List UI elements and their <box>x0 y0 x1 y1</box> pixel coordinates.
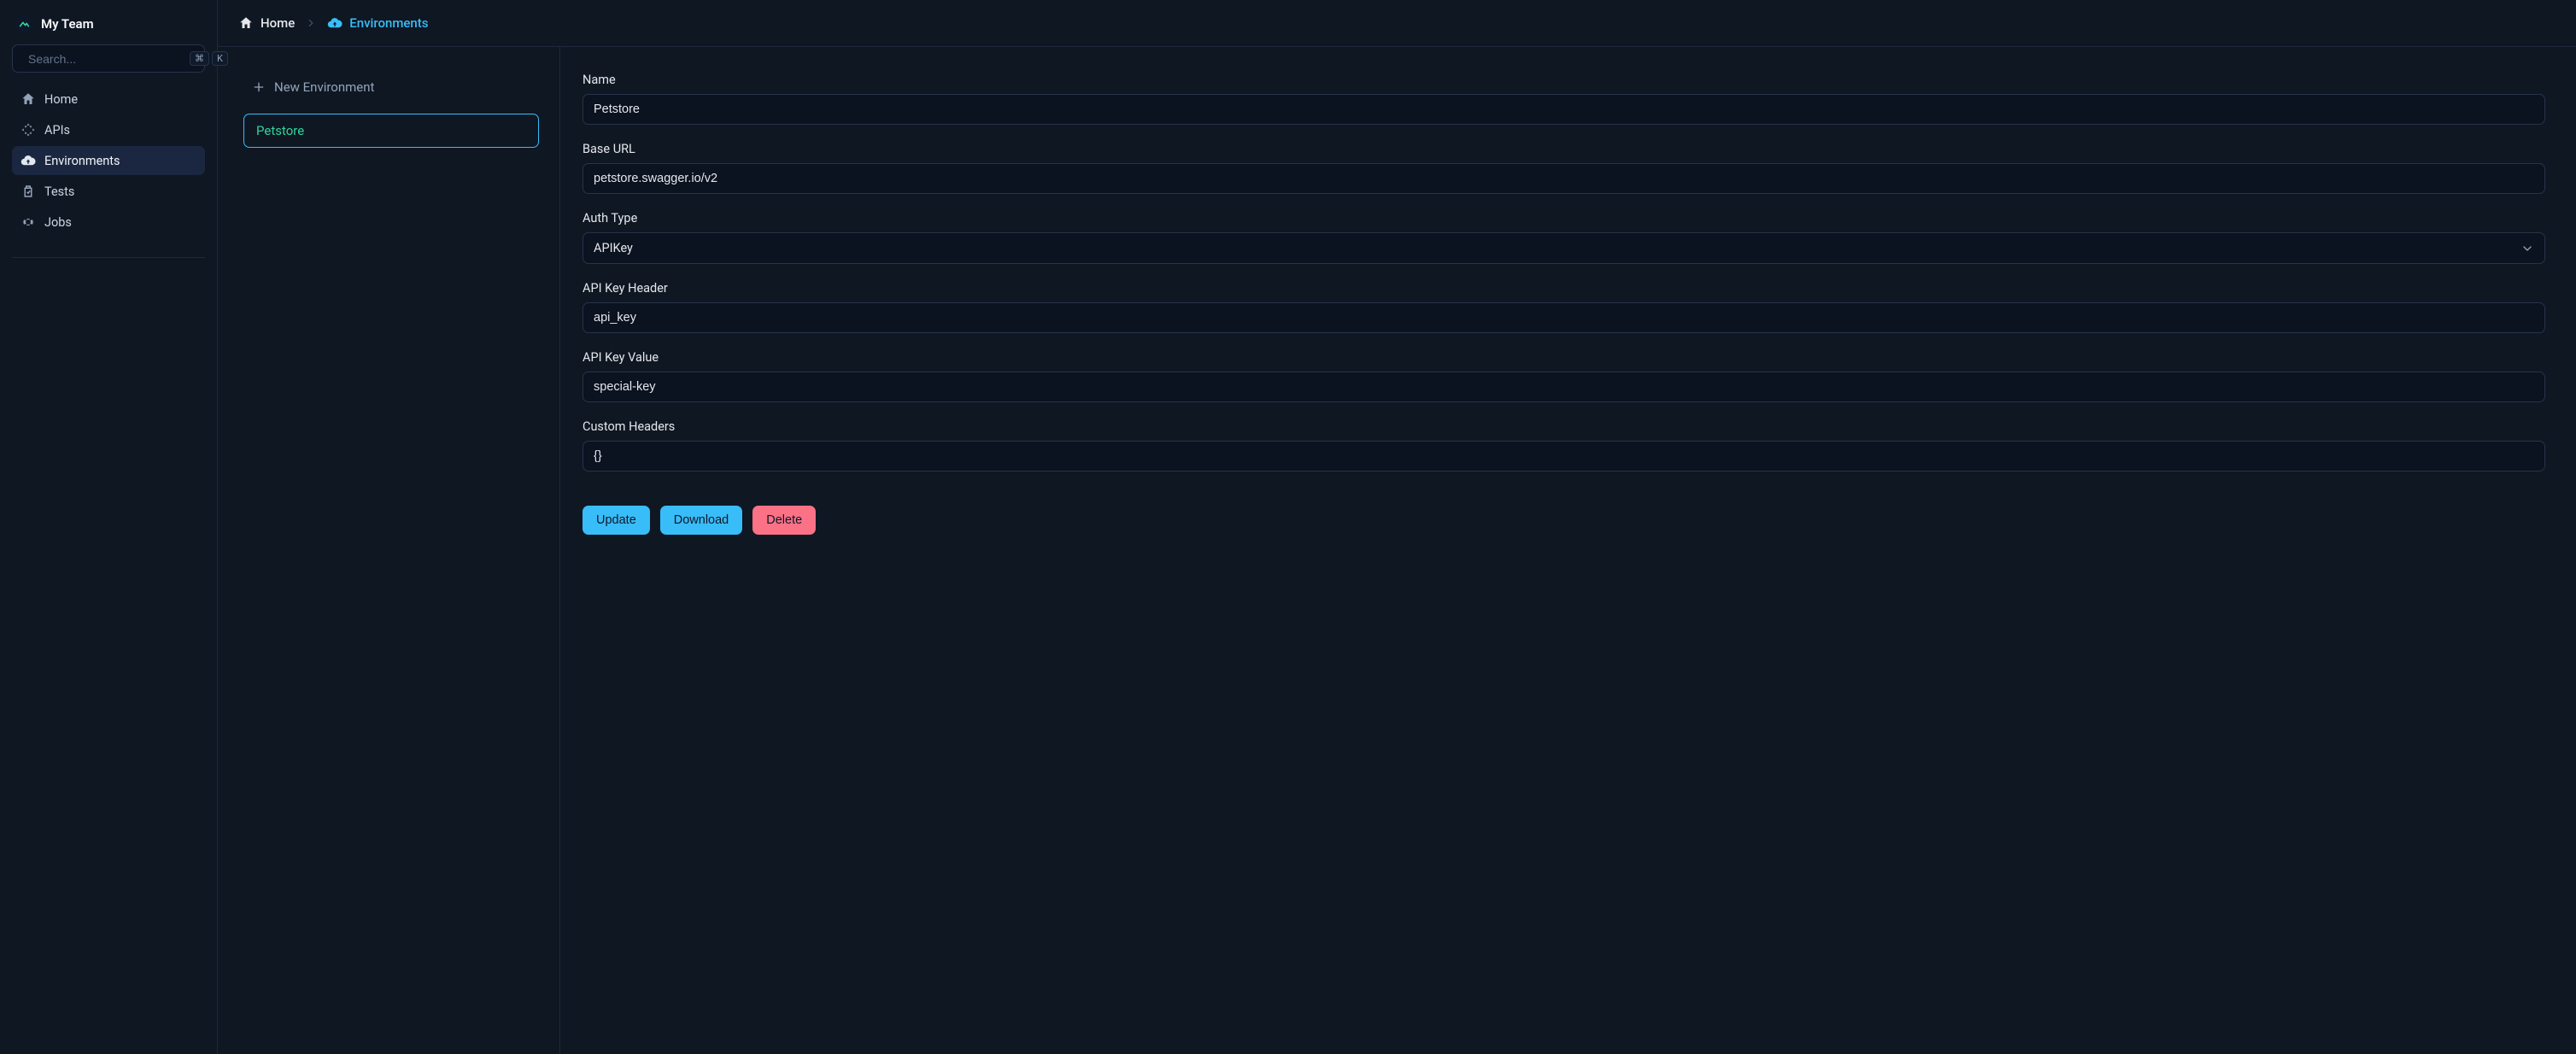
api-key-value-label: API Key Value <box>583 350 2545 365</box>
field-name: Name <box>583 73 2545 125</box>
content: New Environment Petstore Name Base URL A… <box>218 47 2576 1054</box>
search-input-wrapper[interactable]: ⌘ K <box>12 44 205 73</box>
field-base-url: Base URL <box>583 142 2545 194</box>
breadcrumbs: Home Environments <box>218 0 2576 47</box>
field-api-key-value: API Key Value <box>583 350 2545 402</box>
breadcrumb-label: Environments <box>349 15 428 31</box>
sidebar-item-tests[interactable]: Tests <box>12 177 205 206</box>
sidebar-item-label: Home <box>44 92 78 107</box>
custom-headers-label: Custom Headers <box>583 419 2545 434</box>
sidebar-item-label: APIs <box>44 123 70 138</box>
sidebar: My Team ⌘ K Home APIs Environm <box>0 0 218 1054</box>
kbd-cmd: ⌘ <box>190 51 209 66</box>
sidebar-item-home[interactable]: Home <box>12 85 205 114</box>
auth-type-value: APIKey <box>594 241 633 255</box>
cloud-icon <box>327 15 342 31</box>
sidebar-nav: Home APIs Environments Tests Jobs <box>12 85 205 237</box>
breadcrumb-label: Home <box>261 15 295 31</box>
home-icon <box>20 91 36 107</box>
action-buttons: Update Download Delete <box>583 506 2545 535</box>
apis-icon <box>20 122 36 138</box>
new-environment-button[interactable]: New Environment <box>243 73 539 102</box>
download-button[interactable]: Download <box>660 506 743 535</box>
base-url-input[interactable] <box>583 163 2545 194</box>
name-label: Name <box>583 73 2545 87</box>
cloud-icon <box>20 153 36 168</box>
new-environment-label: New Environment <box>274 79 374 95</box>
name-input[interactable] <box>583 94 2545 125</box>
tests-icon <box>20 184 36 199</box>
auth-type-label: Auth Type <box>583 211 2545 225</box>
field-custom-headers: Custom Headers <box>583 419 2545 471</box>
team-avatar-icon <box>15 15 32 32</box>
environment-item-label: Petstore <box>256 123 304 138</box>
environment-details-panel: Name Base URL Auth Type APIKey API Key H… <box>559 47 2576 1054</box>
environment-item-petstore[interactable]: Petstore <box>243 114 539 148</box>
auth-type-select[interactable]: APIKey <box>583 232 2545 264</box>
sidebar-item-jobs[interactable]: Jobs <box>12 208 205 237</box>
sidebar-item-label: Tests <box>44 184 74 199</box>
api-key-header-input[interactable] <box>583 302 2545 333</box>
update-button[interactable]: Update <box>583 506 650 535</box>
delete-button[interactable]: Delete <box>752 506 816 535</box>
sidebar-item-environments[interactable]: Environments <box>12 146 205 175</box>
environment-list-panel: New Environment Petstore <box>218 47 559 1054</box>
chevron-down-icon <box>2520 242 2534 255</box>
team-switcher[interactable]: My Team <box>12 15 205 32</box>
field-api-key-header: API Key Header <box>583 281 2545 333</box>
breadcrumb-home[interactable]: Home <box>238 15 295 31</box>
sidebar-item-label: Jobs <box>44 215 72 230</box>
search-input[interactable] <box>28 52 183 66</box>
sidebar-item-apis[interactable]: APIs <box>12 115 205 144</box>
api-key-header-label: API Key Header <box>583 281 2545 296</box>
field-auth-type: Auth Type APIKey <box>583 211 2545 264</box>
chevron-right-icon <box>305 17 317 29</box>
gear-icon <box>20 214 36 230</box>
breadcrumb-environments[interactable]: Environments <box>327 15 428 31</box>
sidebar-item-label: Environments <box>44 154 120 168</box>
custom-headers-input[interactable] <box>583 441 2545 471</box>
sidebar-divider <box>12 257 205 258</box>
main: Home Environments New Environment Petsto… <box>218 0 2576 1054</box>
base-url-label: Base URL <box>583 142 2545 156</box>
home-icon <box>238 15 254 31</box>
api-key-value-input[interactable] <box>583 372 2545 402</box>
plus-icon <box>252 80 266 94</box>
team-name: My Team <box>41 16 94 32</box>
